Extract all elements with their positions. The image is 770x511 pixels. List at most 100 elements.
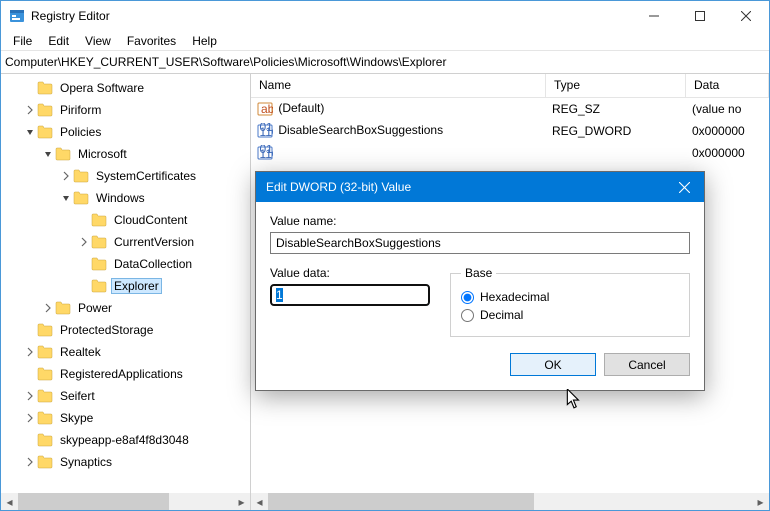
titlebar: Registry Editor: [1, 1, 769, 31]
menu-edit[interactable]: Edit: [40, 32, 77, 50]
chevron-right-icon[interactable]: [41, 301, 55, 315]
col-header-data[interactable]: Data: [686, 74, 769, 97]
twisty-empty: [23, 433, 37, 447]
chevron-right-icon[interactable]: [23, 455, 37, 469]
chevron-down-icon[interactable]: [41, 147, 55, 161]
tree-item-label: SystemCertificates: [93, 168, 199, 184]
menu-view[interactable]: View: [77, 32, 119, 50]
string-value-icon: ab: [257, 101, 273, 117]
address-path[interactable]: Computer\HKEY_CURRENT_USER\Software\Poli…: [1, 53, 769, 71]
tree-item[interactable]: Power: [1, 297, 250, 319]
menu-help[interactable]: Help: [184, 32, 225, 50]
value-data-label: Value data:: [270, 266, 430, 280]
tree-item-label: Power: [75, 300, 115, 316]
tree-item-label: CurrentVersion: [111, 234, 197, 250]
binary-value-icon: 011110: [257, 145, 273, 161]
tree-item-label: Explorer: [111, 278, 162, 294]
tree-item[interactable]: Synaptics: [1, 451, 250, 473]
tree-item[interactable]: skypeapp-e8af4f8d3048: [1, 429, 250, 451]
list-body[interactable]: ab (Default)REG_SZ(value no011110 Disabl…: [251, 98, 769, 164]
tree-item[interactable]: ProtectedStorage: [1, 319, 250, 341]
cell-name: ab (Default): [251, 101, 546, 117]
tree-item[interactable]: RegisteredApplications: [1, 363, 250, 385]
svg-text:110: 110: [260, 147, 274, 161]
radio-hexadecimal[interactable]: [461, 291, 474, 304]
close-button[interactable]: [723, 1, 769, 31]
tree-item[interactable]: Windows: [1, 187, 250, 209]
tree-item-label: Policies: [57, 124, 104, 140]
tree-item[interactable]: Microsoft: [1, 143, 250, 165]
maximize-button[interactable]: [677, 1, 723, 31]
cell-name: 011110 DisableSearchBoxSuggestions: [251, 123, 546, 139]
twisty-empty: [77, 257, 91, 271]
tree-item[interactable]: CurrentVersion: [1, 231, 250, 253]
registry-tree[interactable]: Opera Software Piriform Policies Microsoft S…: [1, 77, 250, 473]
cell-data: 0x000000: [686, 146, 769, 160]
list-row[interactable]: 011110 DisableSearchBoxSuggestionsREG_DW…: [251, 120, 769, 142]
tree-item[interactable]: Policies: [1, 121, 250, 143]
tree-item[interactable]: SystemCertificates: [1, 165, 250, 187]
cell-type: REG_DWORD: [546, 124, 686, 138]
tree-item-label: Piriform: [57, 102, 104, 118]
tree-item[interactable]: Opera Software: [1, 77, 250, 99]
chevron-right-icon[interactable]: [23, 389, 37, 403]
tree-item[interactable]: Piriform: [1, 99, 250, 121]
tree-item-label: RegisteredApplications: [57, 366, 186, 382]
list-row[interactable]: ab (Default)REG_SZ(value no: [251, 98, 769, 120]
edit-value-dialog: Edit DWORD (32-bit) Value Value name: Va…: [255, 171, 705, 391]
menu-favorites[interactable]: Favorites: [119, 32, 184, 50]
chevron-right-icon[interactable]: [23, 411, 37, 425]
svg-text:ab: ab: [261, 102, 273, 116]
cancel-button[interactable]: Cancel: [604, 353, 690, 376]
window-title: Registry Editor: [31, 9, 110, 23]
list-hscroll[interactable]: ◂ ▸: [251, 493, 769, 510]
scroll-right-icon[interactable]: ▸: [233, 493, 250, 510]
scroll-left-icon[interactable]: ◂: [1, 493, 18, 510]
col-header-name[interactable]: Name: [251, 74, 546, 97]
twisty-empty: [77, 279, 91, 293]
scroll-left-icon[interactable]: ◂: [251, 493, 268, 510]
cell-data: (value no: [686, 102, 769, 116]
col-header-type[interactable]: Type: [546, 74, 686, 97]
chevron-right-icon[interactable]: [59, 169, 73, 183]
cell-data: 0x000000: [686, 124, 769, 138]
tree-hscroll[interactable]: ◂ ▸: [1, 493, 250, 510]
menu-file[interactable]: File: [5, 32, 40, 50]
base-legend: Base: [461, 266, 496, 280]
tree-item-label: Windows: [93, 190, 148, 206]
tree-item[interactable]: Explorer: [1, 275, 250, 297]
tree-item[interactable]: CloudContent: [1, 209, 250, 231]
scroll-right-icon[interactable]: ▸: [752, 493, 769, 510]
tree-item-label: CloudContent: [111, 212, 190, 228]
menubar: File Edit View Favorites Help: [1, 31, 769, 51]
chevron-down-icon[interactable]: [59, 191, 73, 205]
tree-item[interactable]: DataCollection: [1, 253, 250, 275]
list-row[interactable]: 011110 0x000000: [251, 142, 769, 164]
tree-item[interactable]: Skype: [1, 407, 250, 429]
dialog-close-button[interactable]: [664, 172, 704, 202]
app-icon: [9, 8, 25, 24]
cell-name: 011110: [251, 145, 546, 161]
tree-item-label: DataCollection: [111, 256, 195, 272]
chevron-right-icon[interactable]: [23, 103, 37, 117]
twisty-empty: [23, 367, 37, 381]
minimize-button[interactable]: [631, 1, 677, 31]
radio-decimal[interactable]: [461, 309, 474, 322]
dialog-title: Edit DWORD (32-bit) Value: [266, 180, 664, 194]
tree-item-label: Seifert: [57, 388, 98, 404]
tree-item-label: Realtek: [57, 344, 104, 360]
chevron-right-icon[interactable]: [77, 235, 91, 249]
binary-value-icon: 011110: [257, 123, 273, 139]
chevron-right-icon[interactable]: [23, 345, 37, 359]
ok-button[interactable]: OK: [510, 353, 596, 376]
tree-item[interactable]: Realtek: [1, 341, 250, 363]
twisty-empty: [77, 213, 91, 227]
chevron-down-icon[interactable]: [23, 125, 37, 139]
dialog-titlebar[interactable]: Edit DWORD (32-bit) Value: [256, 172, 704, 202]
tree-item-label: Microsoft: [75, 146, 130, 162]
svg-text:110: 110: [260, 125, 274, 139]
tree-item[interactable]: Seifert: [1, 385, 250, 407]
value-data-input[interactable]: [270, 284, 430, 306]
value-name-input[interactable]: [270, 232, 690, 254]
bottom-scrollbars: ◂ ▸ ◂ ▸: [1, 493, 769, 510]
